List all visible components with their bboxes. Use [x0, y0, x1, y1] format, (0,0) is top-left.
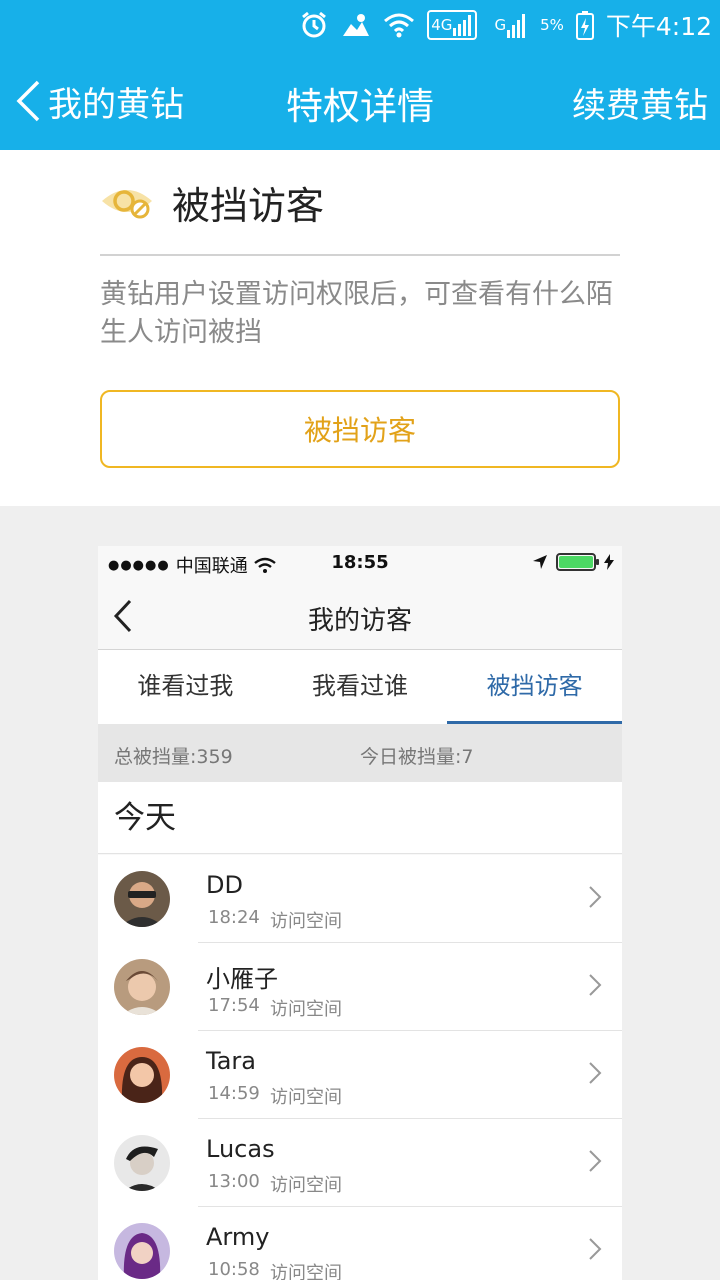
battery-charging-icon: [575, 10, 594, 40]
preview-status-bar: ●●●●● 中国联通 18:55: [98, 546, 622, 580]
block-stats: 总被挡量:359 今日被挡量:7: [98, 724, 622, 782]
list-item[interactable]: Tara 14:59 访问空间: [98, 1031, 622, 1119]
status-bar: 4G G 5% 下午4:12: [0, 0, 720, 50]
avatar: [114, 1223, 170, 1279]
cellular-g-icon: G: [494, 12, 528, 38]
visit-action: 访问空间: [270, 1175, 342, 1196]
privilege-description: 黄钻用户设置访问权限后，可查看有什么陌生人访问被挡: [100, 279, 613, 348]
total-blocked-count: 总被挡量:359: [114, 746, 233, 768]
visitor-tabs: 谁看过我 我看过谁 被挡访客: [98, 650, 622, 724]
preview-screenshot: ●●●●● 中国联通 18:55 我的访客 谁看过我 我看过谁 被挡访客 总被挡…: [98, 546, 622, 1280]
visit-time: 14:59: [208, 1083, 260, 1104]
section-today: 今天: [98, 782, 622, 854]
tab-blocked-visitors[interactable]: 被挡访客: [447, 650, 622, 724]
list-item[interactable]: Lucas 13:00 访问空间: [98, 1119, 622, 1207]
tab-who-viewed-me[interactable]: 谁看过我: [98, 650, 273, 724]
battery-icon: [556, 553, 599, 571]
cloud-photo-icon: [341, 12, 371, 38]
chevron-right-icon: [589, 1238, 602, 1260]
nav-header: 我的黄钻 特权详情 续费黄钻: [0, 50, 720, 150]
avatar: [114, 1135, 170, 1191]
avatar: [114, 959, 170, 1015]
status-time: 下午4:12: [605, 12, 712, 41]
visitor-name: 小雁子: [206, 965, 278, 993]
network-4g-label: 4G: [431, 16, 453, 34]
avatar: [114, 871, 170, 927]
alarm-icon: [299, 10, 329, 40]
chevron-right-icon: [589, 974, 602, 996]
visitor-name: Tara: [206, 1047, 256, 1075]
privilege-title: 被挡访客: [172, 183, 325, 228]
privilege-heading: 被挡访客: [100, 174, 324, 230]
blocked-visitors-button[interactable]: 被挡访客: [100, 390, 620, 468]
chevron-right-icon: [589, 1150, 602, 1172]
visit-action: 访问空间: [270, 999, 342, 1020]
avatar: [114, 1047, 170, 1103]
visit-action: 访问空间: [270, 911, 342, 932]
charging-bolt-icon: [604, 554, 614, 570]
chevron-right-icon: [589, 1062, 602, 1084]
today-blocked-count: 今日被挡量:7: [360, 746, 474, 768]
visitor-name: DD: [206, 871, 243, 899]
visit-action: 访问空间: [270, 1263, 342, 1280]
visitor-name: Lucas: [206, 1135, 275, 1163]
location-arrow-icon: [533, 555, 547, 569]
network-g-label: G: [494, 16, 507, 34]
cellular-4g-icon: 4G: [427, 10, 482, 40]
list-item[interactable]: Army 10:58 访问空间: [98, 1207, 622, 1280]
wifi-icon: [383, 12, 415, 38]
blocked-eye-icon: [102, 190, 152, 219]
list-item[interactable]: DD 18:24 访问空间: [98, 855, 622, 943]
privilege-card: 被挡访客 黄钻用户设置访问权限后，可查看有什么陌生人访问被挡 被挡访客: [0, 150, 720, 506]
visitor-list: DD 18:24 访问空间 小雁子 17:54 访问空间 Tara 14:59 …: [98, 855, 622, 1280]
battery-percent: 5%: [540, 16, 564, 34]
visit-time: 13:00: [208, 1171, 260, 1192]
preview-title: 我的访客: [307, 606, 412, 636]
list-item[interactable]: 小雁子 17:54 访问空间: [98, 943, 622, 1031]
divider: [100, 254, 620, 256]
visit-time: 17:54: [208, 995, 260, 1016]
renew-button[interactable]: 续费黄钻: [572, 78, 708, 127]
visit-time: 10:58: [208, 1259, 260, 1280]
preview-nav-bar: 我的访客: [98, 580, 622, 650]
visitor-name: Army: [206, 1223, 270, 1251]
visit-action: 访问空间: [270, 1087, 342, 1108]
chevron-right-icon: [589, 886, 602, 908]
app-header-bar: 4G G 5% 下午4:12 我的黄钻 特权详情 续费黄钻: [0, 0, 720, 150]
visit-time: 18:24: [208, 907, 260, 928]
tab-who-i-viewed[interactable]: 我看过谁: [273, 650, 448, 724]
